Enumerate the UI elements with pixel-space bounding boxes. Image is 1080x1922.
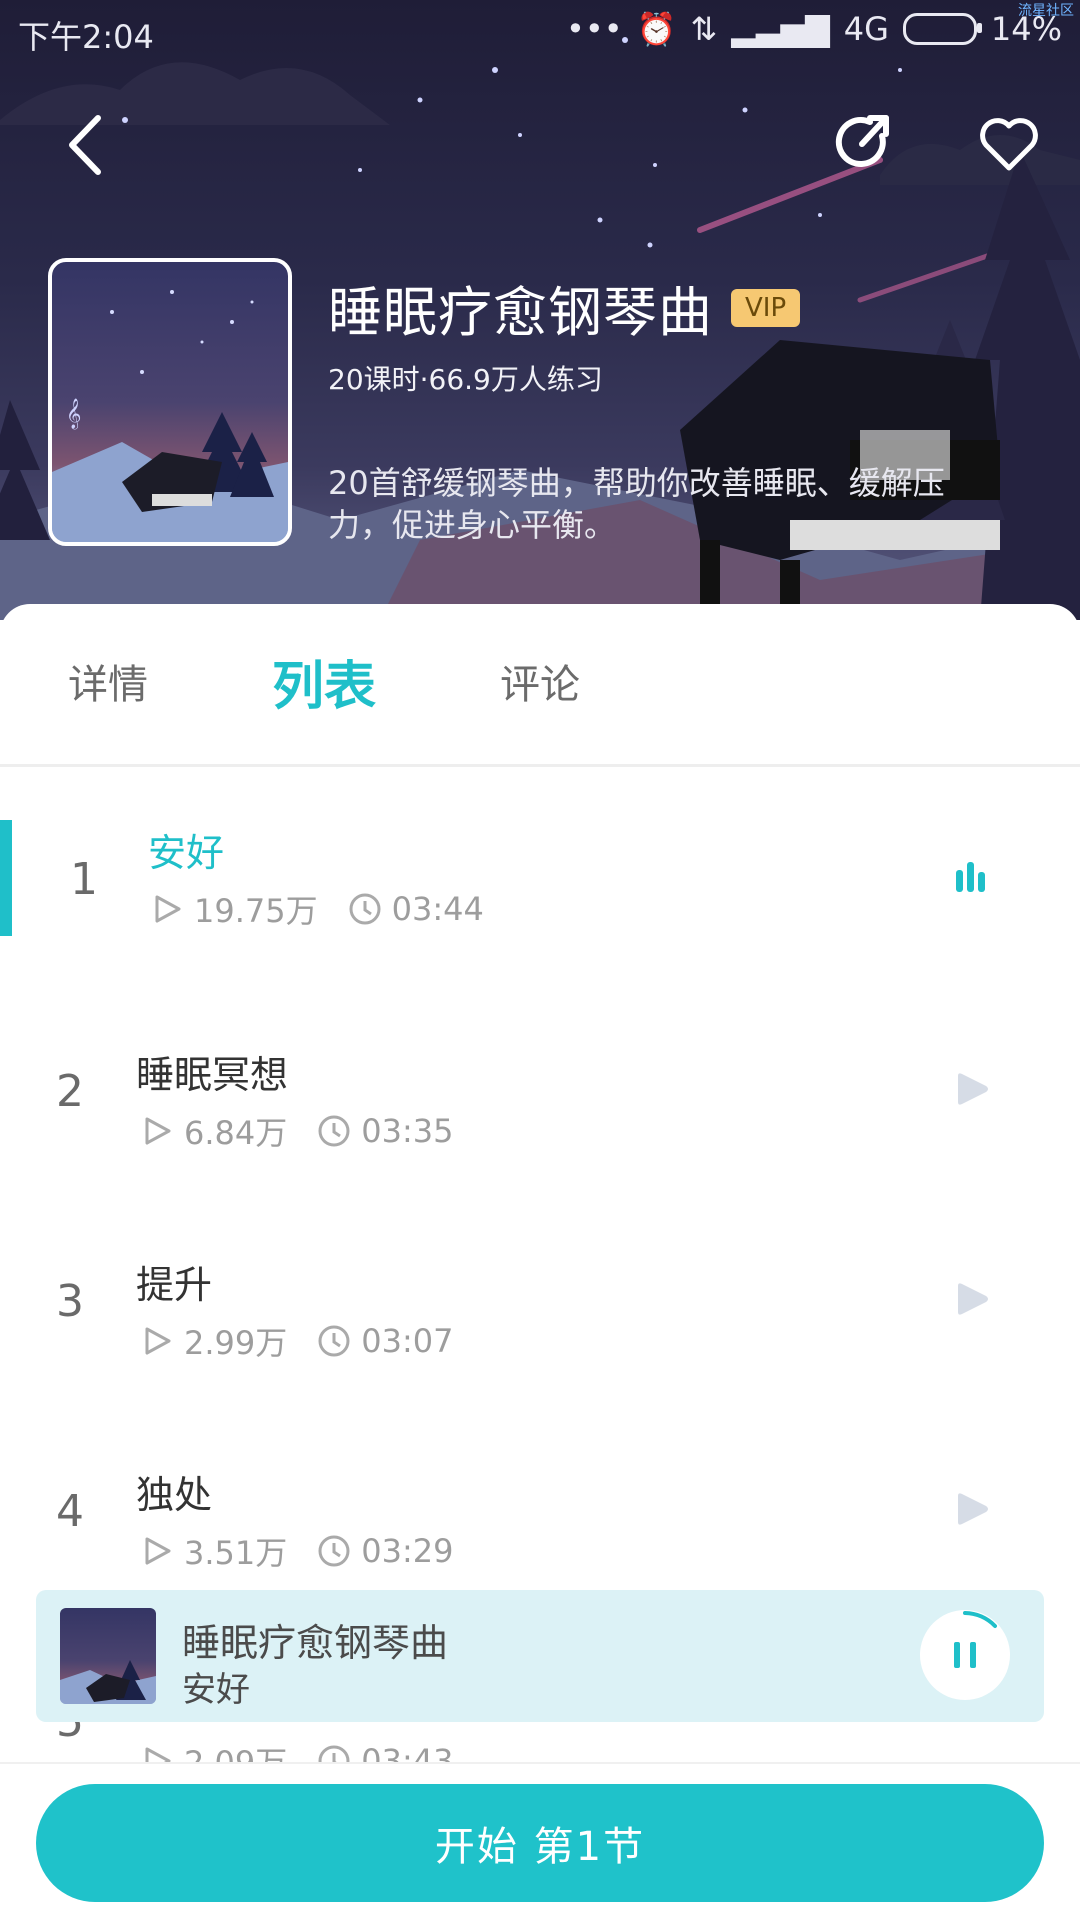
track-title: 提升: [136, 1263, 213, 1307]
track-row[interactable]: 2 睡眠冥想 6.84万 03:35: [0, 1024, 1080, 1234]
svg-text:𝄞: 𝄞: [66, 398, 81, 430]
tab-comments[interactable]: 评论: [500, 652, 580, 710]
track-row[interactable]: 3 提升 2.99万 03:07: [0, 1234, 1080, 1444]
status-time: 下午2:04: [18, 18, 154, 56]
track-play-count: 6.84万: [184, 1114, 288, 1152]
mini-player-cover: [60, 1608, 156, 1704]
clock-icon: [349, 893, 381, 925]
tab-details[interactable]: 详情: [68, 652, 148, 710]
tab-list[interactable]: 列表: [272, 644, 376, 719]
vip-badge: VIP: [731, 288, 801, 327]
track-play-count: 2.99万: [184, 1324, 288, 1362]
clock-icon: [318, 1115, 350, 1147]
track-duration: 03:29: [361, 1532, 454, 1570]
track-meta: 2.99万 03:07: [140, 1318, 453, 1364]
track-number: 1: [70, 854, 98, 905]
signal-icon: ▂▃▅▇: [731, 10, 830, 48]
track-row[interactable]: 1 安好 19.75万 03:44: [0, 812, 1080, 1022]
play-icon[interactable]: [950, 1488, 992, 1530]
course-cover-image: 𝄞: [48, 258, 292, 546]
track-meta: 3.51万 03:29: [140, 1528, 453, 1574]
play-count-icon: [145, 1327, 171, 1355]
pause-icon[interactable]: [920, 1610, 1010, 1700]
mini-player-subtitle: 安好: [182, 1670, 250, 1710]
battery-percent: 14%: [990, 10, 1062, 48]
tab-bar: 详情 列表 评论: [0, 604, 1080, 767]
track-duration: 03:07: [361, 1322, 454, 1360]
clock-icon: [318, 1325, 350, 1357]
bottom-bar: 开始 第1节: [0, 1762, 1080, 1922]
equalizer-icon[interactable]: [950, 856, 992, 898]
track-duration: 03:44: [391, 890, 484, 928]
track-meta: 19.75万 03:44: [150, 886, 484, 932]
mini-player[interactable]: 睡眠疗愈钢琴曲 安好: [36, 1590, 1044, 1722]
alarm-icon: ⏰: [636, 10, 677, 48]
track-number: 2: [56, 1066, 84, 1117]
track-meta: 6.84万 03:35: [140, 1108, 453, 1154]
track-title: 安好: [148, 831, 225, 875]
track-play-count: 19.75万: [194, 892, 318, 930]
share-icon[interactable]: [832, 112, 896, 176]
clock-icon: [318, 1535, 350, 1567]
battery-icon: [902, 13, 982, 45]
heart-icon[interactable]: [978, 116, 1040, 172]
mini-player-title: 睡眠疗愈钢琴曲: [182, 1621, 449, 1665]
play-count-icon: [145, 1537, 171, 1565]
status-indicators: ••• ⏰ ⇅ ▂▃▅▇ 4G 14%: [566, 10, 1062, 48]
track-title: 睡眠冥想: [136, 1053, 289, 1097]
status-bar: 下午2:04 流星社区 ••• ⏰ ⇅ ▂▃▅▇ 4G 14%: [0, 0, 1080, 62]
playing-indicator-bar: [0, 820, 12, 936]
track-number: 4: [56, 1486, 84, 1537]
track-title: 独处: [136, 1473, 213, 1517]
course-header: 下午2:04 流星社区 ••• ⏰ ⇅ ▂▃▅▇ 4G 14% 𝄞 睡眠疗愈钢琴…: [0, 0, 1080, 620]
course-title: 睡眠疗愈钢琴曲: [328, 281, 713, 344]
play-count-icon: [155, 895, 181, 923]
content-sheet: 详情 列表 评论 1 安好 19.75万 03:44 2 睡眠冥想 6.84万: [0, 604, 1080, 1920]
more-dots-icon: •••: [566, 10, 623, 48]
track-play-count: 3.51万: [184, 1534, 288, 1572]
play-icon[interactable]: [950, 1068, 992, 1110]
course-description: 20首舒缓钢琴曲，帮助你改善睡眠、缓解压力，促进身心平衡。: [328, 464, 945, 544]
start-lesson-button[interactable]: 开始 第1节: [36, 1784, 1044, 1902]
chevron-left-icon[interactable]: [58, 110, 118, 180]
course-stats: 20课时·66.9万人练习: [328, 363, 603, 396]
play-icon[interactable]: [950, 1278, 992, 1320]
network-type: 4G: [843, 10, 889, 48]
course-title-row: 睡眠疗愈钢琴曲 VIP: [328, 268, 801, 347]
track-duration: 03:35: [361, 1112, 454, 1150]
track-number: 3: [56, 1276, 84, 1327]
play-count-icon: [145, 1117, 171, 1145]
data-transfer-icon: ⇅: [690, 10, 718, 48]
